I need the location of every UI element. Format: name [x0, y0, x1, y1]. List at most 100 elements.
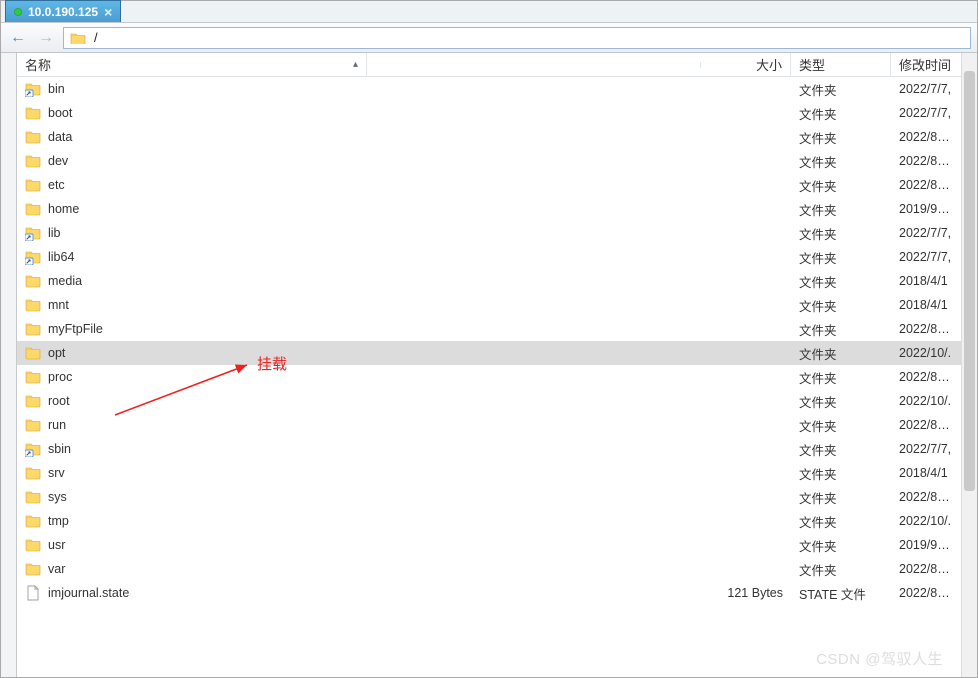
name-cell: boot [17, 105, 367, 121]
file-modified: 2022/8/29 [891, 562, 961, 576]
file-name: dev [48, 154, 68, 168]
folder-icon [25, 201, 41, 217]
table-row[interactable]: dev 文件夹2022/8/29 [17, 149, 961, 173]
file-modified: 2022/8/30 [891, 418, 961, 432]
file-type: 文件夹 [791, 152, 891, 171]
table-row[interactable]: home 文件夹2019/9/18 [17, 197, 961, 221]
file-modified: 2022/8/29 [891, 130, 961, 144]
name-cell: media [17, 273, 367, 289]
name-cell: sys [17, 489, 367, 505]
table-row[interactable]: bin文件夹2022/7/7, [17, 77, 961, 101]
table-row[interactable]: var文件夹2022/8/29 [17, 557, 961, 581]
folder-icon [25, 129, 41, 145]
file-type: 文件夹 [791, 104, 891, 123]
file-modified: 2022/7/7, [891, 226, 961, 240]
folder-icon [25, 489, 41, 505]
window: 10.0.190.125 × ← → 名称 ▴ [0, 0, 978, 678]
name-cell: opt [17, 345, 367, 361]
name-cell: bin [17, 81, 367, 97]
table-row[interactable]: run 文件夹2022/8/30 [17, 413, 961, 437]
vertical-scrollbar[interactable] [961, 53, 977, 677]
table-row[interactable]: media文件夹2018/4/1 [17, 269, 961, 293]
table-row[interactable]: etc文件夹2022/8/29 [17, 173, 961, 197]
file-type: 文件夹 [791, 368, 891, 387]
file-size: 121 Bytes [701, 586, 791, 600]
toolbar: ← → [1, 23, 977, 53]
close-icon[interactable]: × [104, 5, 112, 19]
file-type: STATE 文件 [791, 584, 891, 603]
file-name: opt [48, 346, 65, 360]
col-name[interactable]: 名称 ▴ [17, 53, 367, 77]
name-cell: usr [17, 537, 367, 553]
name-cell: etc [17, 177, 367, 193]
file-modified: 2022/7/7, [891, 250, 961, 264]
folder-icon [25, 321, 41, 337]
name-cell: run [17, 417, 367, 433]
folder-icon [25, 393, 41, 409]
table-row[interactable]: sys文件夹2022/8/29 [17, 485, 961, 509]
table-row[interactable]: tmp文件夹2022/10/. [17, 509, 961, 533]
folder-link-icon [25, 249, 41, 265]
name-cell: var [17, 561, 367, 577]
table-row[interactable]: lib文件夹2022/7/7, [17, 221, 961, 245]
connection-tab[interactable]: 10.0.190.125 × [5, 0, 121, 22]
file-type: 文件夹 [791, 248, 891, 267]
name-cell: root [17, 393, 367, 409]
tab-strip: 10.0.190.125 × [1, 1, 977, 23]
back-button[interactable]: ← [7, 27, 29, 49]
scroll-thumb[interactable] [964, 71, 975, 491]
file-name: var [48, 562, 65, 576]
file-type: 文件夹 [791, 392, 891, 411]
file-name: etc [48, 178, 65, 192]
file-name: media [48, 274, 82, 288]
file-type: 文件夹 [791, 344, 891, 363]
name-cell: srv [17, 465, 367, 481]
table-row[interactable]: mnt文件夹2018/4/1 [17, 293, 961, 317]
name-cell: proc [17, 369, 367, 385]
name-cell: myFtpFile [17, 321, 367, 337]
status-dot-icon [14, 8, 22, 16]
table-row[interactable]: myFtpFile文件夹2022/8/29 [17, 317, 961, 341]
file-name: sbin [48, 442, 71, 456]
name-cell: home [17, 201, 367, 217]
file-type: 文件夹 [791, 416, 891, 435]
table-row[interactable]: srv 文件夹2018/4/1 [17, 461, 961, 485]
col-size[interactable]: 大小 [701, 53, 791, 77]
table-row[interactable]: data文件夹2022/8/29 [17, 125, 961, 149]
forward-button[interactable]: → [35, 27, 57, 49]
file-modified: 2019/9/18 [891, 202, 961, 216]
col-modified[interactable]: 修改时间 [891, 53, 961, 77]
file-modified: 2022/7/7, [891, 442, 961, 456]
folder-icon [70, 31, 86, 44]
file-name: lib64 [48, 250, 74, 264]
file-name: sys [48, 490, 67, 504]
file-modified: 2022/7/7, [891, 106, 961, 120]
table-row[interactable]: imjournal.state121 BytesSTATE 文件2022/8/2… [17, 581, 961, 605]
folder-link-icon [25, 441, 41, 457]
file-icon [25, 585, 41, 601]
table-row[interactable]: boot 文件夹2022/7/7, [17, 101, 961, 125]
folder-icon [25, 513, 41, 529]
table-row[interactable]: lib64 文件夹2022/7/7, [17, 245, 961, 269]
table-row[interactable]: proc 文件夹2022/8/29 [17, 365, 961, 389]
file-type: 文件夹 [791, 176, 891, 195]
file-name: imjournal.state [48, 586, 129, 600]
name-cell: tmp [17, 513, 367, 529]
col-type[interactable]: 类型 [791, 53, 891, 77]
table-row[interactable]: root文件夹2022/10/. [17, 389, 961, 413]
folder-icon [25, 345, 41, 361]
file-modified: 2022/8/29 [891, 370, 961, 384]
file-modified: 2022/8/29 [891, 154, 961, 168]
file-modified: 2022/8/29 [891, 490, 961, 504]
file-modified: 2022/7/7, [891, 82, 961, 96]
table-row[interactable]: opt文件夹2022/10/. [17, 341, 961, 365]
file-type: 文件夹 [791, 464, 891, 483]
name-cell: dev [17, 153, 367, 169]
table-row[interactable]: usr文件夹2019/9/18 [17, 533, 961, 557]
table-row[interactable]: sbin文件夹2022/7/7, [17, 437, 961, 461]
file-name: lib [48, 226, 61, 240]
path-input[interactable] [92, 29, 964, 46]
file-modified: 2018/4/1 [891, 466, 961, 480]
file-name: tmp [48, 514, 69, 528]
file-type: 文件夹 [791, 200, 891, 219]
